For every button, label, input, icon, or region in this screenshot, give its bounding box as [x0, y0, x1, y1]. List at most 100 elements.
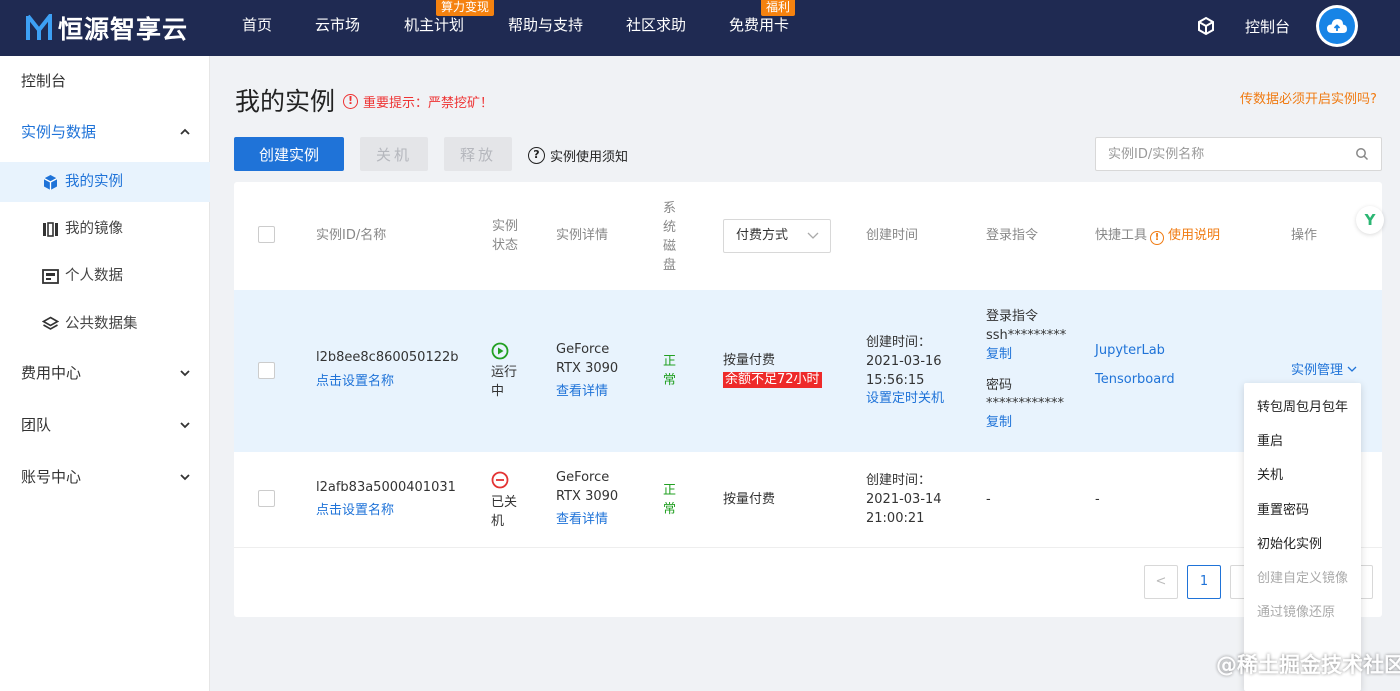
sidebar-item-instances-data[interactable]: 实例与数据: [0, 109, 210, 155]
menu-item-restore-from-image[interactable]: 通过镜像还原: [1257, 601, 1335, 620]
sidebar-item-console[interactable]: 控制台: [0, 58, 210, 104]
pagination-page-button[interactable]: 1: [1187, 565, 1221, 599]
brand-name: 恒源智享云: [58, 15, 189, 44]
avatar[interactable]: [1316, 5, 1358, 47]
header-quick-tools-label: 快捷工具: [1095, 228, 1148, 243]
create-instance-button[interactable]: 创建实例: [234, 137, 344, 171]
quick-tools-value: -: [1095, 492, 1100, 507]
status-stopped-line2: 机: [491, 514, 505, 529]
header-disk-line1: 系: [663, 201, 677, 216]
sidebar-item-label: 我的镜像: [65, 221, 123, 237]
sidebar-item-label: 账号中心: [21, 468, 82, 486]
header-instance-id: 实例ID/名称: [316, 228, 387, 243]
disk-status-line2: 常: [663, 373, 677, 388]
question-icon: ?: [528, 147, 545, 164]
release-button[interactable]: 释放: [444, 137, 512, 171]
header-disk-line4: 盘: [663, 258, 677, 273]
tensorboard-link[interactable]: Tensorboard: [1095, 370, 1175, 389]
disk-status-line1: 正: [663, 354, 677, 369]
view-details-link[interactable]: 查看详情: [556, 510, 608, 529]
top-nav-bar: 恒源智享云 首页 云市场 机主计划 算力变现 帮助与支持 社区求助 免费用卡 福…: [0, 0, 1400, 56]
gpu-model-line1: GeForce: [556, 342, 610, 357]
instance-manage-dropdown[interactable]: 实例管理: [1291, 361, 1357, 380]
gpu-model-line2: RTX 3090: [556, 489, 619, 504]
menu-item-switch-subscription[interactable]: 转包周包月包年: [1257, 396, 1348, 415]
sidebar-item-label: 个人数据: [65, 268, 123, 284]
menu-item-create-custom-image[interactable]: 创建自定义镜像: [1257, 567, 1348, 586]
copy-login-command-link[interactable]: 复制: [986, 345, 1012, 364]
row-checkbox[interactable]: [258, 362, 275, 379]
sidebar-item-label: 公共数据集: [65, 316, 138, 332]
cube-icon[interactable]: [1196, 16, 1216, 36]
assistant-badge-icon[interactable]: Y: [1356, 206, 1384, 234]
sidebar-item-my-images[interactable]: 我的镜像: [0, 209, 210, 249]
status-running-line2: 中: [491, 384, 505, 399]
search-input[interactable]: [1095, 137, 1382, 171]
set-name-link[interactable]: 点击设置名称: [316, 501, 394, 520]
menu-item-restart[interactable]: 重启: [1257, 430, 1283, 449]
nav-badge-mining: 算力变现: [436, 0, 495, 16]
console-link[interactable]: 控制台: [1245, 16, 1290, 37]
menu-item-shutdown[interactable]: 关机: [1257, 464, 1283, 483]
header-disk-line3: 磁: [663, 239, 677, 254]
created-time: 21:00:21: [866, 511, 925, 526]
view-details-link[interactable]: 查看详情: [556, 382, 608, 401]
tools-help-link[interactable]: 使用说明: [1168, 228, 1220, 243]
sidebar-item-billing[interactable]: 费用中心: [0, 350, 210, 396]
status-running-line1: 运行: [491, 365, 518, 380]
data-upload-hint-link[interactable]: 传数据必须开启实例吗?: [1240, 88, 1377, 107]
header-status-line2: 状态: [492, 238, 519, 253]
menu-item-reinitialize[interactable]: 初始化实例: [1257, 533, 1322, 552]
login-command-value: ssh*********: [986, 328, 1067, 343]
info-icon: !: [1150, 231, 1165, 245]
menu-item-reset-password[interactable]: 重置密码: [1257, 499, 1309, 518]
sidebar-item-team[interactable]: 团队: [0, 402, 210, 448]
mining-warning-text: 重要提示：严禁挖矿！: [363, 96, 494, 111]
instance-notice-text: 实例使用须知: [550, 150, 629, 165]
cube-icon: [43, 174, 58, 190]
sidebar-item-my-instances[interactable]: 我的实例: [0, 162, 210, 202]
warning-icon: !: [343, 94, 358, 109]
login-command-value: -: [986, 492, 991, 507]
watermark: @稀土掘金技术社区: [1216, 652, 1400, 677]
set-name-link[interactable]: 点击设置名称: [316, 372, 394, 391]
password-label: 密码: [986, 378, 1013, 393]
chevron-down-icon: [1347, 366, 1357, 372]
nav-help[interactable]: 帮助与支持: [508, 0, 583, 56]
nav-badge-welfare: 福利: [761, 0, 796, 16]
created-label: 创建时间：: [866, 473, 932, 488]
stop-circle-icon: [491, 471, 509, 489]
nav-market[interactable]: 云市场: [315, 0, 360, 56]
id-card-icon: [42, 268, 59, 284]
pagination-prev-button[interactable]: <: [1144, 565, 1178, 599]
instance-notice-link[interactable]: ? 实例使用须知: [528, 146, 628, 165]
select-all-checkbox[interactable]: [258, 226, 275, 243]
copy-password-link[interactable]: 复制: [986, 413, 1012, 432]
shutdown-button[interactable]: 关机: [360, 137, 428, 171]
sidebar-item-label: 团队: [21, 416, 52, 434]
billing-type: 按量付费: [723, 353, 776, 368]
balance-alert-text: 余额不足72小时: [723, 372, 822, 388]
sidebar-item-account[interactable]: 账号中心: [0, 454, 210, 500]
search-icon[interactable]: [1355, 147, 1369, 161]
billing-filter-select[interactable]: 付费方式: [723, 219, 831, 253]
sidebar-item-public-datasets[interactable]: 公共数据集: [0, 304, 210, 344]
disk-status-line1: 正: [663, 483, 677, 498]
jupyterlab-link[interactable]: JupyterLab: [1095, 341, 1165, 360]
table-row: l2b8ee8c860050122b 点击设置名称 运行 中 GeForce R…: [234, 290, 1382, 452]
sidebar-item-personal-data[interactable]: 个人数据: [0, 256, 210, 296]
row-checkbox[interactable]: [258, 490, 275, 507]
status-stopped-line1: 已关: [491, 495, 518, 510]
brand-logo[interactable]: 恒源智享云: [26, 11, 188, 45]
nav-community[interactable]: 社区求助: [626, 0, 686, 56]
instance-manage-label: 实例管理: [1291, 363, 1344, 378]
gpu-model-line1: GeForce: [556, 470, 610, 485]
chevron-down-icon: [807, 232, 819, 239]
nav-home[interactable]: 首页: [242, 0, 272, 56]
scheduled-shutdown-link[interactable]: 设置定时关机: [866, 389, 944, 408]
chevron-down-icon: [180, 422, 190, 429]
created-label: 创建时间：: [866, 335, 932, 350]
header-status-line1: 实例: [492, 219, 519, 234]
login-command-label: 登录指令: [986, 309, 1039, 324]
page-title: 我的实例: [235, 87, 336, 116]
